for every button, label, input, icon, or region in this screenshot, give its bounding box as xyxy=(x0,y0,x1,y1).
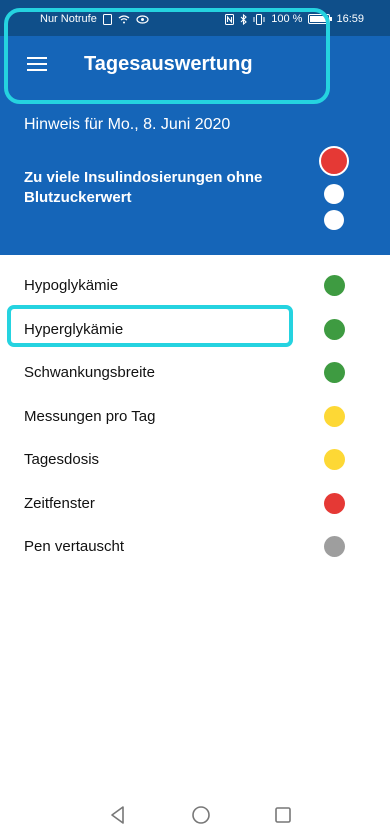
status-dot xyxy=(324,536,345,557)
status-dot xyxy=(324,449,345,470)
list-item-tagesdosis[interactable]: Tagesdosis xyxy=(0,438,390,482)
recent-apps-icon[interactable] xyxy=(272,804,294,826)
traffic-light-white-dot xyxy=(324,210,344,230)
list-item-label: Hypoglykämie xyxy=(24,277,119,294)
back-icon[interactable] xyxy=(107,804,129,826)
traffic-light-red-dot xyxy=(319,146,349,176)
list-item-label: Hyperglykämie xyxy=(24,320,124,338)
clock: 16:59 xyxy=(336,13,364,25)
list-item-label: Tagesdosis xyxy=(24,451,100,468)
list-item-messungen-pro-tag[interactable]: Messungen pro Tag xyxy=(0,395,390,439)
status-dot xyxy=(324,492,345,514)
list-item-label: Zeitfenster xyxy=(24,494,95,512)
list-item-schwankungsbreite[interactable]: Schwankungsbreite xyxy=(0,351,390,395)
list-item-hypoglykaemie[interactable]: Hypoglykämie xyxy=(0,264,390,308)
status-dot xyxy=(324,405,345,427)
list-item-label: Schwankungsbreite xyxy=(24,364,155,381)
status-dot xyxy=(324,275,345,296)
traffic-light-white-dot xyxy=(324,184,344,204)
appbar-focus-highlight xyxy=(4,8,330,104)
list-item-label: Pen vertauscht xyxy=(24,538,125,555)
list-item-zeitfenster[interactable]: Zeitfenster xyxy=(0,482,390,526)
system-navigation-bar xyxy=(0,788,390,837)
date-hint: Hinweis für Mo., 8. Juni 2020 xyxy=(24,116,231,133)
home-icon[interactable] xyxy=(190,804,212,826)
list-item-label: Messungen pro Tag xyxy=(24,407,156,425)
list-item-hyperglykaemie[interactable]: Hyperglykämie xyxy=(0,308,390,352)
evaluation-list: Hypoglykämie Hyperglykämie Schwankungsbr… xyxy=(0,264,390,569)
list-item-pen-vertauscht[interactable]: Pen vertauscht xyxy=(0,525,390,569)
status-dot xyxy=(324,318,345,340)
daily-summary-panel: Hinweis für Mo., 8. Juni 2020 Zu viele I… xyxy=(0,102,390,255)
warning-message: Zu viele Insulindosierungen ohne Blutzuc… xyxy=(24,169,263,206)
status-dot xyxy=(324,362,345,383)
